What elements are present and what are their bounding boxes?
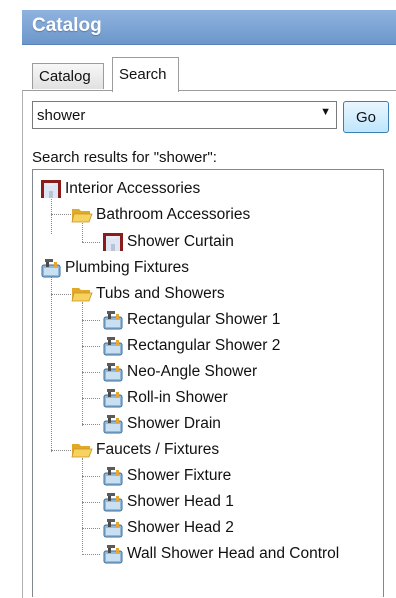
tree-connector	[82, 458, 83, 552]
tree-item-neo-angle-shower[interactable]: Neo-Angle Shower	[102, 360, 257, 384]
faucet-icon	[102, 336, 124, 356]
tree-item-label: Rectangular Shower 2	[127, 337, 281, 354]
tree-item-faucets-fixtures[interactable]: Faucets / Fixtures	[71, 438, 219, 462]
tree-item-label: Neo-Angle Shower	[127, 363, 258, 380]
curtain-icon	[40, 179, 62, 199]
tree-item-plumbing-fixtures[interactable]: Plumbing Fixtures	[40, 256, 189, 280]
faucet-icon	[102, 310, 124, 330]
tree-item-label: Shower Head 2	[127, 519, 234, 536]
tree-item-label: Tubs and Showers	[96, 285, 225, 302]
tree-connector	[51, 272, 52, 452]
tab-strip: Catalog Search	[32, 57, 396, 92]
tree-item-label: Shower Curtain	[127, 233, 234, 250]
tree-item-shower-head-2[interactable]: Shower Head 2	[102, 516, 234, 540]
faucet-icon	[102, 492, 124, 512]
tree-connector	[51, 294, 71, 295]
tree-item-label: Roll-in Shower	[127, 389, 228, 406]
faucet-icon	[102, 544, 124, 564]
tree-item-wall-shower-head-and-control[interactable]: Wall Shower Head and Control	[102, 542, 339, 566]
tree-item-label: Shower Head 1	[127, 493, 234, 510]
tree-connector	[82, 320, 100, 321]
tree-item-interior-accessories[interactable]: Interior Accessories	[40, 177, 200, 201]
tree-connector	[82, 476, 100, 477]
tree-connector	[82, 398, 100, 399]
tree-connector	[82, 242, 100, 243]
faucet-icon	[102, 388, 124, 408]
curtain-icon	[102, 232, 124, 252]
faucet-icon	[102, 518, 124, 538]
tree-item-shower-fixture[interactable]: Shower Fixture	[102, 464, 231, 488]
faucet-icon	[102, 414, 124, 434]
tree-connector	[51, 450, 71, 451]
tree-connector	[51, 214, 71, 215]
tab-search[interactable]: Search	[112, 57, 179, 92]
tree-item-shower-curtain[interactable]: Shower Curtain	[102, 230, 234, 254]
tree-item-label: Bathroom Accessories	[96, 206, 251, 223]
panel-header: Catalog	[22, 10, 396, 45]
panel-title: Catalog	[32, 15, 102, 36]
tree-item-label: Wall Shower Head and Control	[127, 545, 340, 562]
tree-item-label: Interior Accessories	[65, 180, 201, 197]
tree-item-label: Plumbing Fixtures	[65, 259, 190, 276]
tree-item-label: Rectangular Shower 1	[127, 311, 281, 328]
tree-connector	[82, 424, 100, 425]
search-combobox[interactable]: ▼	[32, 101, 337, 129]
tree-connector	[82, 346, 100, 347]
tree-connector	[82, 554, 100, 555]
go-button[interactable]: Go	[343, 101, 389, 133]
tree-item-tubs-and-showers[interactable]: Tubs and Showers	[71, 282, 225, 306]
tree-item-shower-head-1[interactable]: Shower Head 1	[102, 490, 234, 514]
results-tree[interactable]: Interior Accessories Bathroom Accessorie…	[32, 169, 384, 597]
tree-item-label: Faucets / Fixtures	[96, 441, 220, 458]
folder-open-icon	[71, 284, 93, 304]
faucet-icon	[40, 258, 62, 278]
dropdown-arrow-icon[interactable]: ▼	[320, 106, 331, 118]
tree-item-bathroom-accessories[interactable]: Bathroom Accessories	[71, 203, 250, 227]
results-label: Search results for "shower":	[32, 149, 217, 166]
tree-item-rectangular-shower-1[interactable]: Rectangular Shower 1	[102, 308, 280, 332]
tree-item-rectangular-shower-2[interactable]: Rectangular Shower 2	[102, 334, 280, 358]
tree-item-shower-drain[interactable]: Shower Drain	[102, 412, 221, 436]
folder-open-icon	[71, 440, 93, 460]
tree-item-label: Shower Drain	[127, 415, 221, 432]
folder-open-icon	[71, 205, 93, 225]
tree-item-roll-in-shower[interactable]: Roll-in Shower	[102, 386, 228, 410]
search-input[interactable]	[37, 105, 307, 125]
tab-catalog[interactable]: Catalog	[32, 63, 104, 89]
faucet-icon	[102, 466, 124, 486]
tree-item-label: Shower Fixture	[127, 467, 232, 484]
tree-connector	[82, 502, 100, 503]
faucet-icon	[102, 362, 124, 382]
tree-connector	[82, 372, 100, 373]
tree-connector	[82, 528, 100, 529]
